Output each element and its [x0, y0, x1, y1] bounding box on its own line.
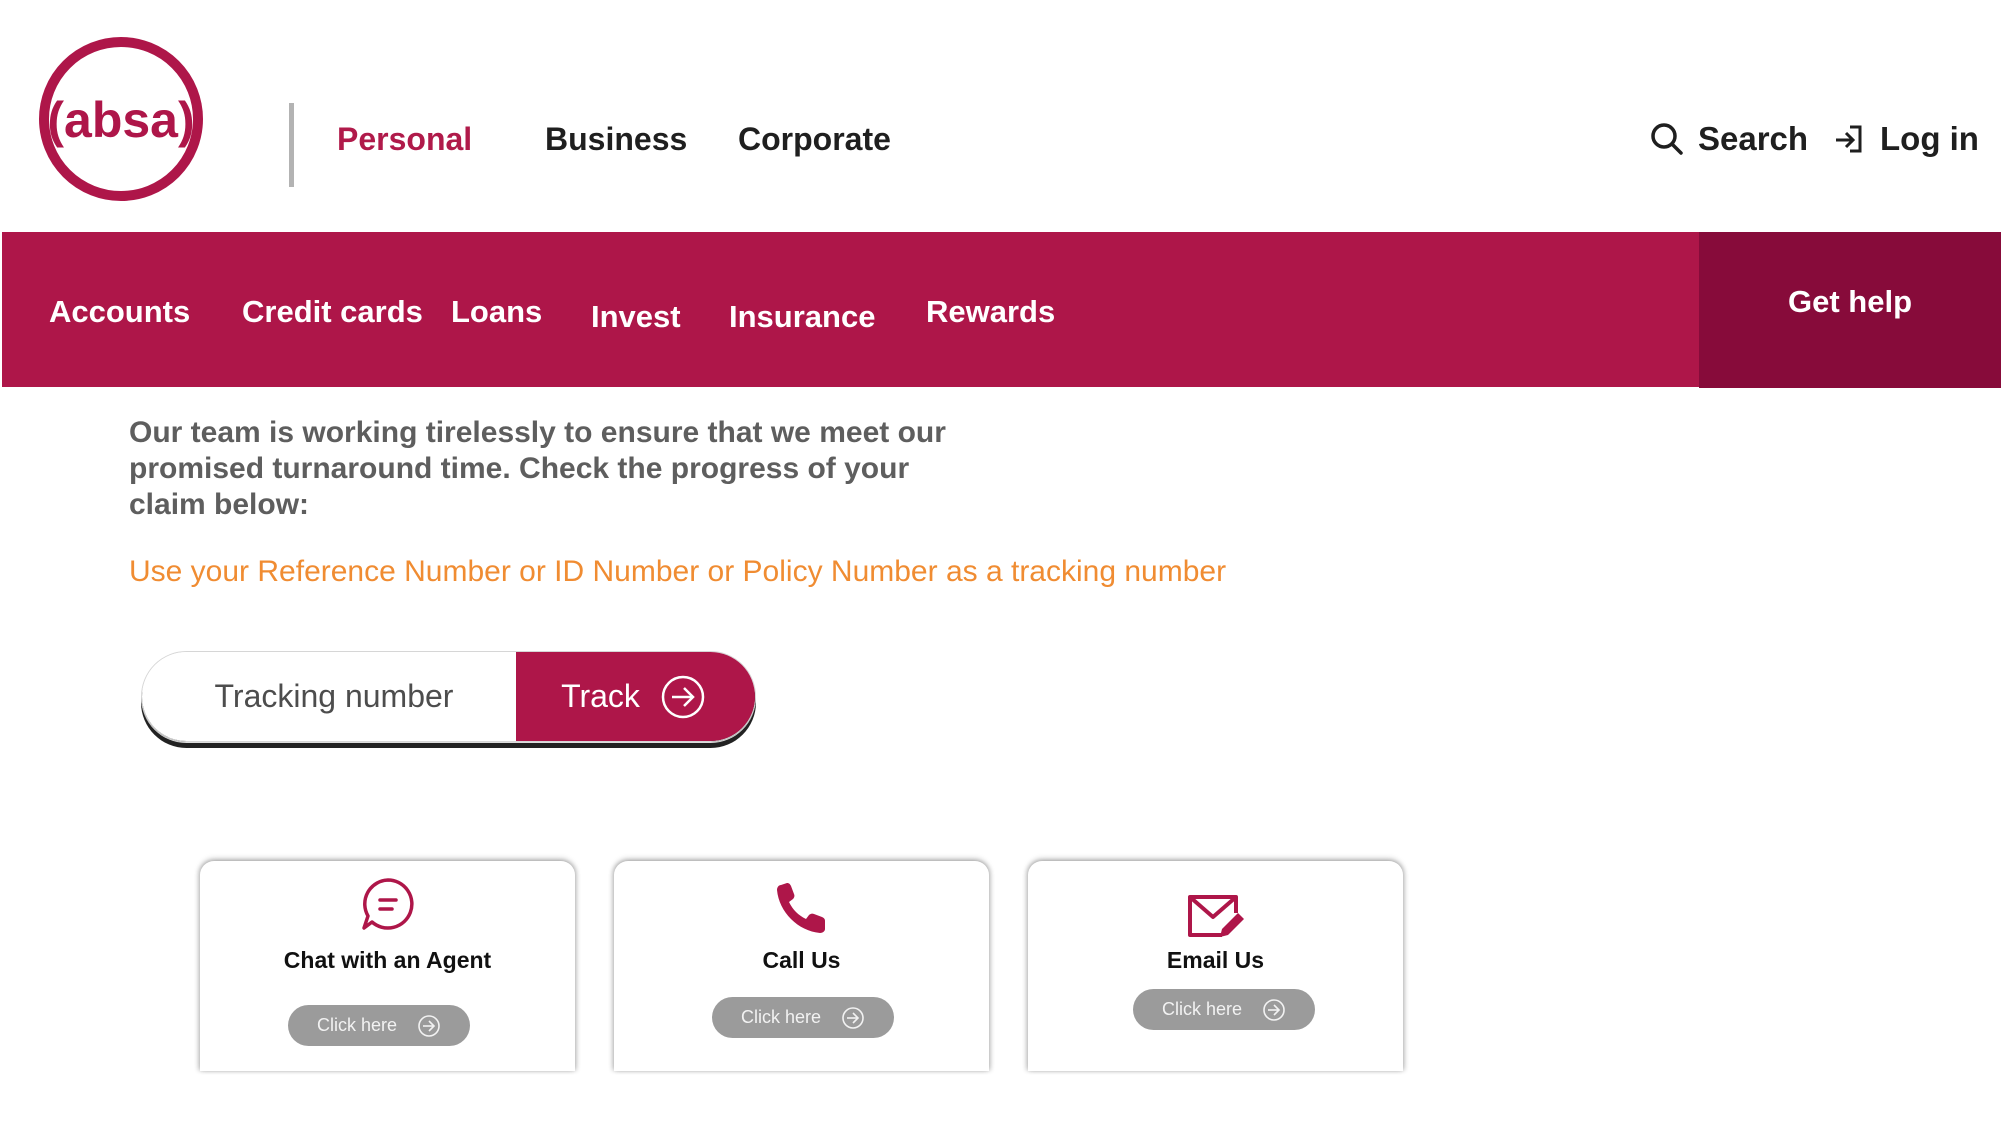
call-card: Call Us Click here [614, 861, 989, 1071]
chat-card-title: Chat with an Agent [283, 947, 492, 973]
absa-logo[interactable]: (absa) [38, 36, 204, 202]
get-help-label: Get help [1787, 284, 1912, 319]
search-link[interactable]: Search [1650, 120, 1808, 158]
arrow-right-circle-icon [1263, 998, 1285, 1021]
chat-click-here-button[interactable]: Click here [288, 1005, 470, 1046]
nav-loans[interactable]: Loans [451, 294, 542, 330]
svg-text:(absa): (absa) [47, 92, 194, 148]
arrow-right-circle-icon [661, 675, 705, 718]
nav-accounts[interactable]: Accounts [49, 294, 190, 330]
segment-corporate[interactable]: Corporate [738, 121, 891, 158]
nav-credit-cards[interactable]: Credit cards [242, 294, 423, 330]
search-icon [1651, 123, 1683, 155]
tracking-number-input[interactable] [142, 652, 516, 741]
intro-text: Our team is working tirelessly to ensure… [129, 416, 946, 521]
chat-button-label: Click here [316, 1015, 398, 1035]
login-link[interactable]: Log in [1834, 120, 1979, 158]
chat-icon [361, 878, 414, 930]
search-label: Search [1698, 120, 1809, 157]
segment-business[interactable]: Business [545, 121, 687, 158]
call-card-title: Call Us [762, 947, 841, 973]
tracking-hint: Use your Reference Number or ID Number o… [129, 555, 1227, 588]
login-label: Log in [1880, 120, 1979, 157]
nav-invest[interactable]: Invest [591, 299, 681, 335]
track-label: Track [561, 678, 640, 714]
nav-insurance[interactable]: Insurance [729, 299, 875, 335]
email-click-here-button[interactable]: Click here [1133, 989, 1315, 1030]
track-button[interactable]: Track [516, 652, 755, 741]
segment-personal[interactable]: Personal [337, 121, 472, 158]
nav-rewards[interactable]: Rewards [926, 294, 1055, 330]
tracking-form: Track [141, 651, 756, 742]
call-click-here-button[interactable]: Click here [712, 997, 894, 1038]
email-card: Email Us Click here [1028, 861, 1403, 1071]
arrow-right-circle-icon [842, 1006, 864, 1029]
call-button-label: Click here [740, 1007, 822, 1027]
login-icon [1836, 125, 1862, 153]
phone-icon [776, 883, 825, 933]
email-card-title: Email Us [1166, 947, 1265, 973]
chat-card: Chat with an Agent Click here [200, 861, 575, 1071]
email-icon [1187, 895, 1244, 937]
arrow-right-circle-icon [418, 1014, 440, 1037]
email-button-label: Click here [1161, 999, 1243, 1019]
header-divider [289, 103, 294, 187]
get-help-button[interactable]: Get help [1699, 232, 2001, 388]
